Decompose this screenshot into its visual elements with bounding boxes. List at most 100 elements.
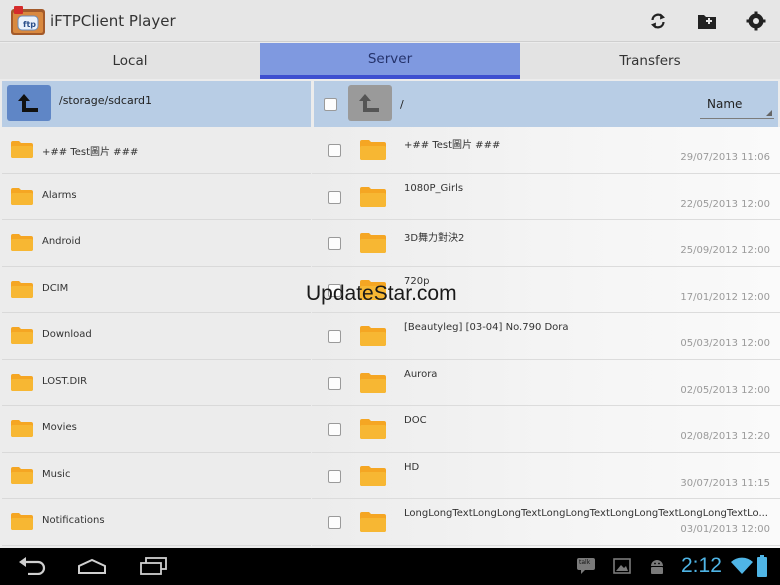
list-item[interactable]: Download: [2, 313, 311, 360]
back-button[interactable]: [16, 554, 48, 578]
gallery-icon: [613, 558, 631, 576]
item-date: 02/08/2013 12:20: [680, 431, 770, 442]
item-name: Download: [42, 329, 92, 340]
settings-button[interactable]: [741, 6, 771, 36]
tab-transfers[interactable]: Transfers: [520, 43, 780, 79]
list-item[interactable]: Aurora 02/05/2013 12:00: [312, 360, 780, 406]
app-logo-label: ftp: [23, 20, 37, 29]
sort-dropdown[interactable]: Name: [700, 93, 774, 119]
folder-icon: [11, 187, 33, 205]
list-item[interactable]: [Beautyleg] [03-04] No.790 Dora 05/03/20…: [312, 313, 780, 360]
item-checkbox[interactable]: [328, 190, 341, 204]
folder-icon: [360, 140, 386, 160]
app-logo-icon: ftp: [10, 6, 46, 36]
item-checkbox[interactable]: [328, 516, 341, 529]
up-arrow-icon: [359, 94, 379, 112]
item-date: 05/03/2013 12:00: [680, 338, 770, 349]
list-item[interactable]: +## Test圖片 ###: [2, 127, 311, 174]
item-checkbox[interactable]: [328, 469, 341, 483]
refresh-button[interactable]: [643, 6, 673, 36]
list-item[interactable]: Music: [2, 453, 311, 499]
list-item[interactable]: LOST.DIR: [2, 360, 311, 406]
server-file-list: +## Test圖片 ### 29/07/2013 11:06 1080P_Gi…: [312, 127, 780, 548]
item-name: [Beautyleg] [03-04] No.790 Dora: [404, 322, 569, 333]
item-checkbox[interactable]: [328, 376, 341, 390]
item-name: Notifications: [42, 515, 105, 526]
server-path-bar: / Name: [314, 81, 778, 127]
list-item[interactable]: DCIM: [2, 267, 311, 313]
list-item[interactable]: HD 30/07/2013 11:15: [312, 453, 780, 499]
back-icon: [19, 557, 46, 575]
item-name: +## Test圖片 ###: [42, 147, 139, 158]
folder-icon: [360, 326, 386, 346]
folder-icon: [11, 327, 33, 344]
list-item[interactable]: 3D舞力對決2 25/09/2012 12:00: [312, 220, 780, 267]
folder-icon: [360, 233, 386, 253]
item-name: 720p: [404, 275, 430, 287]
sort-label: Name: [707, 97, 743, 111]
item-date: 02/05/2013 12:00: [680, 384, 770, 396]
status-clock: 2:12: [681, 554, 722, 577]
settings-icon: [746, 11, 766, 31]
item-name: Android: [42, 236, 81, 247]
item-name: Aurora: [404, 368, 438, 380]
folder-icon: [11, 280, 33, 298]
tab-local[interactable]: Local: [0, 43, 260, 79]
wifi-icon: [731, 557, 753, 575]
local-path: /storage/sdcard1: [59, 94, 153, 107]
item-date: 25/09/2012 12:00: [680, 245, 770, 256]
home-icon: [78, 558, 106, 574]
list-item[interactable]: Movies: [2, 406, 311, 453]
android-icon: [648, 558, 666, 576]
item-date: 22/05/2013 12:00: [680, 198, 770, 210]
item-date: 29/07/2013 11:06: [680, 152, 770, 163]
talk-icon: talk: [577, 558, 595, 574]
system-nav-bar: talk 2:12: [0, 548, 780, 585]
folder-icon: [11, 466, 33, 484]
item-date: 03/01/2013 12:00: [680, 524, 770, 535]
select-all-checkbox[interactable]: [324, 98, 337, 111]
watermark-text: UpdateStar.com: [306, 282, 457, 305]
item-name: +## Test圖片 ###: [404, 140, 501, 151]
item-name: LongLongTextLongLongTextLongLongTextLong…: [404, 508, 768, 519]
item-name: 1080P_Girls: [404, 182, 464, 194]
item-checkbox[interactable]: [328, 423, 341, 436]
home-button[interactable]: [76, 554, 108, 578]
list-item[interactable]: 1080P_Girls 22/05/2013 12:00: [312, 174, 780, 220]
server-path: /: [400, 98, 404, 111]
app-title: iFTPClient Player: [50, 12, 176, 30]
item-name: DOC: [404, 415, 427, 426]
list-item[interactable]: Android: [2, 220, 311, 267]
folder-icon: [360, 419, 386, 439]
item-name: DCIM: [42, 282, 69, 294]
action-bar: ftp iFTPClient Player: [0, 0, 780, 42]
tab-bar: Local Server Transfers: [0, 43, 780, 79]
recent-apps-button[interactable]: [137, 554, 169, 578]
battery-icon: [756, 555, 768, 577]
folder-icon: [11, 234, 33, 251]
item-name: LOST.DIR: [42, 375, 88, 387]
dropdown-arrow-icon: [766, 110, 772, 116]
new-folder-button[interactable]: [692, 6, 722, 36]
item-name: Music: [42, 468, 71, 480]
folder-icon: [360, 372, 386, 393]
item-name: HD: [404, 461, 420, 473]
refresh-icon: [651, 13, 665, 29]
tab-server[interactable]: Server: [260, 43, 520, 79]
local-path-bar: /storage/sdcard1: [2, 81, 311, 127]
local-file-list: +## Test圖片 ### Alarms Android DCIM Downl…: [2, 127, 311, 548]
list-item[interactable]: DOC 02/08/2013 12:20: [312, 406, 780, 453]
folder-icon: [360, 512, 386, 532]
item-checkbox[interactable]: [328, 144, 341, 157]
local-up-button[interactable]: [7, 85, 51, 121]
item-checkbox[interactable]: [328, 237, 341, 250]
item-date: 30/07/2013 11:15: [680, 477, 770, 489]
item-checkbox[interactable]: [328, 330, 341, 343]
server-up-button[interactable]: [348, 85, 392, 121]
list-item[interactable]: +## Test圖片 ### 29/07/2013 11:06: [312, 127, 780, 174]
list-item[interactable]: LongLongTextLongLongTextLongLongTextLong…: [312, 499, 780, 546]
folder-icon: [11, 420, 33, 437]
list-item[interactable]: Notifications: [2, 499, 311, 546]
list-item[interactable]: Alarms: [2, 174, 311, 220]
talk-label: talk: [579, 559, 591, 566]
